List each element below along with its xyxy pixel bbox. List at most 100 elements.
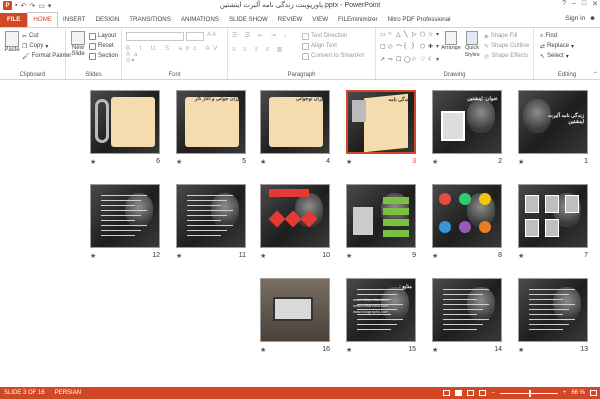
transition-star-icon[interactable]: ★ [518,252,524,260]
shape-fill-button[interactable]: ◈ Shape Fill [484,31,529,41]
minimize-icon[interactable]: – [572,0,576,8]
section-button[interactable]: Section [89,51,118,61]
slide-thumbnail[interactable]: عنوان: اینشتین [432,90,502,154]
slide-thumbnail[interactable] [90,90,160,154]
slide-thumbnail[interactable] [518,278,588,342]
normal-view-icon[interactable] [443,390,451,396]
transition-star-icon[interactable]: ★ [176,158,182,166]
transition-star-icon[interactable]: ★ [176,252,182,260]
format-painter-button[interactable]: 🖌 Format Painter [22,51,71,61]
transition-star-icon[interactable]: ★ [346,252,352,260]
tab-nitro-pdf-professional[interactable]: Nitro PDF Professional [383,13,456,27]
tab-file[interactable]: FILE [0,13,28,27]
tab-design[interactable]: DESIGN [91,13,125,27]
list-buttons[interactable]: ☰ ☰ ⇤ ⇥ ↕ [232,32,289,39]
select-button[interactable]: ↖ Select ▾ [540,51,574,61]
align-text-icon [302,42,309,50]
redo-icon[interactable]: ↷ [29,2,35,10]
slide-thumbnail[interactable] [518,184,588,248]
reset-button[interactable]: Reset [89,41,118,51]
transition-star-icon[interactable]: ★ [518,158,524,166]
brush-icon: 🖌 [22,53,30,60]
transition-star-icon[interactable]: ★ [260,346,266,354]
transition-star-icon[interactable]: ★ [432,252,438,260]
powerpoint-logo-icon: P [3,1,12,10]
sign-in-label[interactable]: Sign in [565,15,585,22]
maximize-icon[interactable]: □ [582,0,586,8]
arrange-button[interactable]: Arrange [441,31,461,51]
fit-slide-icon[interactable] [590,390,597,396]
slide-thumbnail[interactable]: زندگی نامه [346,90,416,154]
transition-star-icon[interactable]: ★ [346,346,352,354]
zoom-out-icon[interactable]: – [491,390,494,396]
customize-qat-icon[interactable]: ▾ [48,2,52,10]
transition-star-icon[interactable]: ★ [432,158,438,166]
tab-slide-show[interactable]: SLIDE SHOW [224,13,273,27]
undo-icon[interactable]: ↶ [20,2,26,10]
find-button[interactable]: ⌕ Find [540,31,574,41]
slide-thumbnail[interactable] [432,278,502,342]
slide-thumbnail[interactable] [346,184,416,248]
quick-access-toolbar: P ▪ ↶ ↷ ▭ ▾ [0,1,51,10]
start-slideshow-icon[interactable]: ▭ [38,2,45,10]
slide-thumbnail[interactable]: زندگی نامه آلبرت اینشتین [518,90,588,154]
tab-review[interactable]: REVIEW [273,13,307,27]
quick-styles-button[interactable]: Quick Styles [462,31,482,59]
zoom-level[interactable]: 66 % [571,390,585,396]
slide-thumbnail[interactable] [176,184,246,248]
tab-animations[interactable]: ANIMATIONS [176,13,224,27]
tab-transitions[interactable]: TRANSITIONS [124,13,176,27]
replace-button[interactable]: ⇄ Replace ▾ [540,41,574,51]
copy-button[interactable]: ❐ Copy ▾ [22,41,71,51]
tab-fileminimizer[interactable]: FILEminimizer [333,13,383,27]
slide-thumbnail[interactable] [90,184,160,248]
new-slide-button[interactable]: New Slide [69,31,87,57]
transition-star-icon[interactable]: ★ [90,158,96,166]
account-icon[interactable]: ☻ [589,15,596,22]
zoom-in-icon[interactable]: + [563,390,567,396]
layout-button[interactable]: Layout [89,31,118,41]
tab-home[interactable]: HOME [27,12,58,27]
align-text-button[interactable]: Align Text [302,41,364,51]
close-icon[interactable]: ✕ [592,0,598,8]
transition-star-icon[interactable]: ★ [346,158,352,166]
slide-number: 5 [242,158,246,165]
font-color-icon[interactable]: A ▾ [126,57,134,64]
grow-font-icon[interactable]: A A [207,32,216,38]
collapse-ribbon-icon[interactable]: ⌃ [593,71,598,78]
slide-number: 6 [156,158,160,165]
zoom-slider-thumb[interactable] [528,389,531,397]
font-name-box[interactable] [126,32,184,41]
transition-star-icon[interactable]: ★ [432,346,438,354]
shape-outline-button[interactable]: ✎ Shape Outline [484,41,529,51]
slideshow-view-icon[interactable] [479,390,487,396]
slide-thumbnail[interactable] [432,184,502,248]
align-buttons[interactable]: ≡ ≡ ≡ ≡ ▥ [232,46,285,53]
language-indicator[interactable]: PERSIAN [55,390,81,396]
convert-smartart-button[interactable]: Convert to SmartArt [302,51,364,61]
slide-thumbnail[interactable] [260,278,330,342]
shape-effects-button[interactable]: ◎ Shape Effects [484,51,529,61]
text-direction-button[interactable]: Text Direction [302,31,364,41]
paste-button[interactable]: Paste [4,31,20,53]
slide-thumbnail[interactable]: دوران جوانی و آغاز کار [176,90,246,154]
sign-in[interactable]: Sign in ☻ [565,15,596,22]
help-icon[interactable]: ? [562,0,566,8]
transition-star-icon[interactable]: ★ [260,252,266,260]
transition-star-icon[interactable]: ★ [260,158,266,166]
font-format-buttons[interactable]: B I U S abc AV Aa [126,46,227,58]
transition-star-icon[interactable]: ★ [518,346,524,354]
save-icon[interactable]: ▪ [15,2,17,9]
transition-star-icon[interactable]: ★ [90,252,96,260]
cut-button[interactable]: ✂ Cut [22,31,71,41]
slide-thumbnail[interactable]: منابع : www.wikipedia.com www.britannica.c… [346,278,416,342]
font-size-box[interactable] [186,32,204,41]
slide-thumbnail[interactable]: دوران نوجوانی [260,90,330,154]
slide-thumbnail[interactable] [260,184,330,248]
tab-view[interactable]: VIEW [307,13,333,27]
slide-sorter-view-icon[interactable] [455,390,463,396]
tab-insert[interactable]: INSERT [58,13,91,27]
zoom-slider[interactable] [499,389,558,397]
shapes-gallery[interactable]: ▭ ○ △ ╲ ▷ ⬠ ☆ ▾ ▢ ◇ ⌒{} ⬡ ✚ ▾ ↗ ⇨ ☐ ◯ ⌂ ♡ ☾ ▾ [380,31,439,67]
reading-view-icon[interactable] [467,390,475,396]
